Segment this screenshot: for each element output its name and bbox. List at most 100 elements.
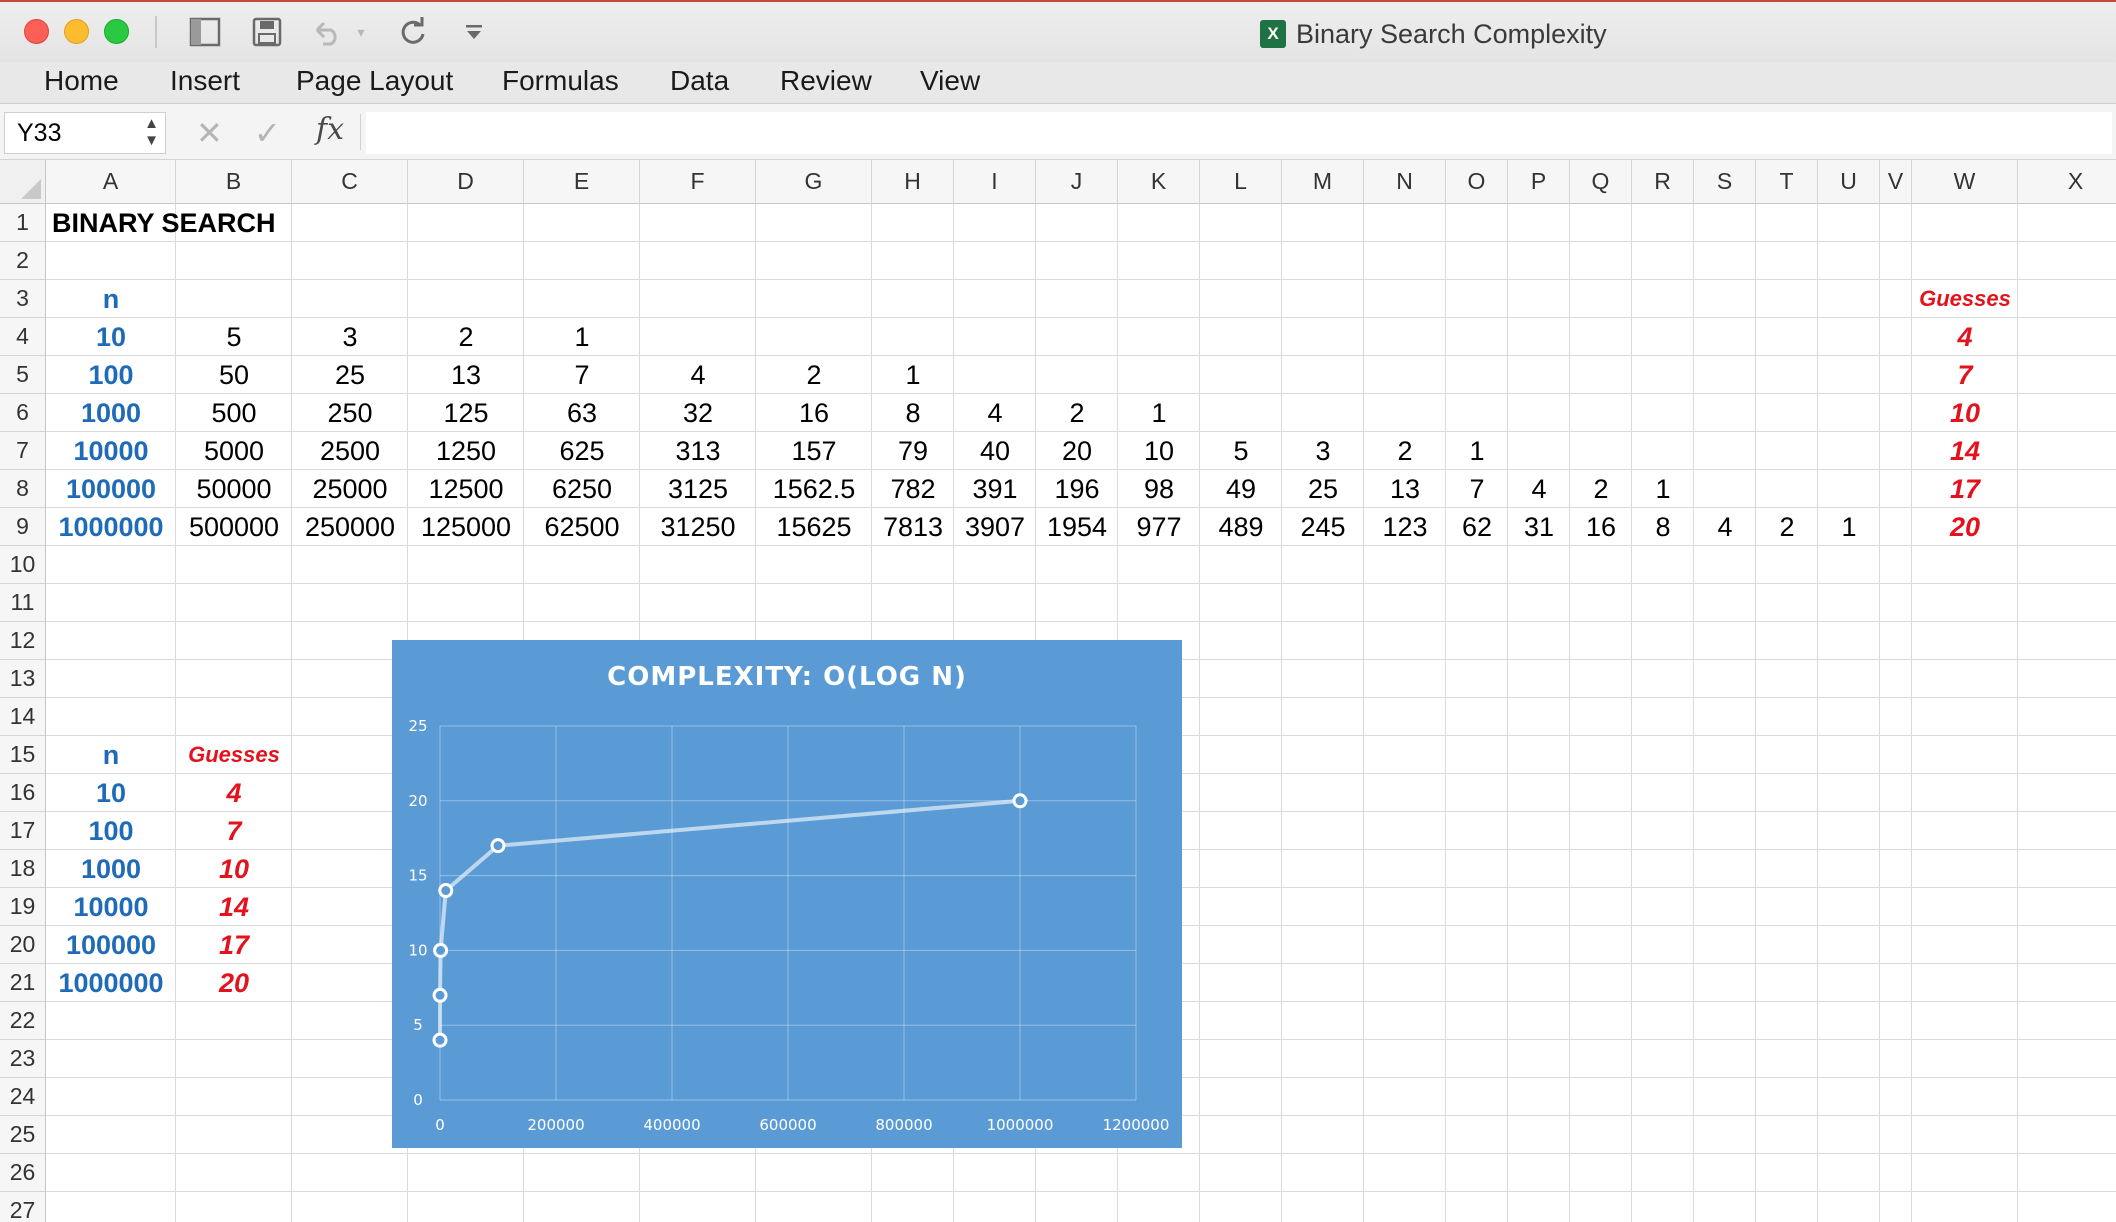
table2-guesses-cell[interactable]: 14 xyxy=(176,888,292,926)
maximize-window-button[interactable] xyxy=(104,19,129,44)
redo-icon[interactable] xyxy=(396,16,430,48)
table1-guesses-cell[interactable]: 14 xyxy=(1912,432,2018,470)
table1-step-cell[interactable]: 13 xyxy=(408,356,524,394)
table2-guesses-cell[interactable]: 10 xyxy=(176,850,292,888)
table1-step-cell[interactable]: 125 xyxy=(408,394,524,432)
tab-data[interactable]: Data xyxy=(670,65,729,97)
row-header-14[interactable]: 14 xyxy=(0,698,46,736)
select-all-button[interactable] xyxy=(0,160,46,204)
table1-step-cell[interactable]: 2 xyxy=(1570,470,1632,508)
table1-step-cell[interactable]: 98 xyxy=(1118,470,1200,508)
column-header-q[interactable]: Q xyxy=(1570,160,1632,204)
table1-step-cell[interactable]: 8 xyxy=(1632,508,1694,546)
table1-step-cell[interactable]: 391 xyxy=(954,470,1036,508)
table1-step-cell[interactable]: 31250 xyxy=(640,508,756,546)
table2-n-cell[interactable]: 1000000 xyxy=(46,964,176,1002)
sheet-title-cell[interactable]: BINARY SEARCH xyxy=(46,204,292,242)
row-header-22[interactable]: 22 xyxy=(0,1002,46,1040)
table1-guesses-cell[interactable]: 20 xyxy=(1912,508,2018,546)
table1-step-cell[interactable]: 3125 xyxy=(640,470,756,508)
table1-step-cell[interactable]: 62 xyxy=(1446,508,1508,546)
table1-step-cell[interactable]: 8 xyxy=(872,394,954,432)
name-box[interactable]: Y33 ▲ ▼ xyxy=(4,112,166,154)
table1-step-cell[interactable]: 1 xyxy=(1632,470,1694,508)
table1-step-cell[interactable]: 63 xyxy=(524,394,640,432)
table1-step-cell[interactable]: 2 xyxy=(1364,432,1446,470)
row-header-21[interactable]: 21 xyxy=(0,964,46,1002)
table1-step-cell[interactable]: 2 xyxy=(756,356,872,394)
table1-step-cell[interactable]: 16 xyxy=(1570,508,1632,546)
table1-step-cell[interactable]: 12500 xyxy=(408,470,524,508)
table2-n-cell[interactable]: 100000 xyxy=(46,926,176,964)
table1-step-cell[interactable]: 625 xyxy=(524,432,640,470)
save-icon[interactable] xyxy=(250,16,284,48)
table1-step-cell[interactable]: 4 xyxy=(1694,508,1756,546)
row-header-19[interactable]: 19 xyxy=(0,888,46,926)
column-header-x[interactable]: X xyxy=(2018,160,2116,204)
table1-step-cell[interactable]: 25 xyxy=(1282,470,1364,508)
column-header-d[interactable]: D xyxy=(408,160,524,204)
table1-step-cell[interactable]: 1954 xyxy=(1036,508,1118,546)
table1-step-cell[interactable]: 7 xyxy=(1446,470,1508,508)
table1-step-cell[interactable]: 32 xyxy=(640,394,756,432)
table1-n-cell[interactable]: 10 xyxy=(46,318,176,356)
row-header-13[interactable]: 13 xyxy=(0,660,46,698)
column-header-e[interactable]: E xyxy=(524,160,640,204)
row-header-17[interactable]: 17 xyxy=(0,812,46,850)
table1-step-cell[interactable]: 500 xyxy=(176,394,292,432)
column-header-g[interactable]: G xyxy=(756,160,872,204)
row-header-6[interactable]: 6 xyxy=(0,394,46,432)
row-header-26[interactable]: 26 xyxy=(0,1154,46,1192)
sidebar-toggle-icon[interactable] xyxy=(188,16,222,48)
column-header-p[interactable]: P xyxy=(1508,160,1570,204)
table1-step-cell[interactable]: 15625 xyxy=(756,508,872,546)
table2-n-cell[interactable]: 100 xyxy=(46,812,176,850)
table1-step-cell[interactable]: 13 xyxy=(1364,470,1446,508)
table1-step-cell[interactable]: 1 xyxy=(1818,508,1880,546)
row-header-8[interactable]: 8 xyxy=(0,470,46,508)
table1-n-cell[interactable]: 1000000 xyxy=(46,508,176,546)
table1-step-cell[interactable]: 6250 xyxy=(524,470,640,508)
table2-guesses-cell[interactable]: 7 xyxy=(176,812,292,850)
column-header-f[interactable]: F xyxy=(640,160,756,204)
column-header-k[interactable]: K xyxy=(1118,160,1200,204)
table1-guesses-header[interactable]: Guesses xyxy=(1912,280,2018,318)
table1-step-cell[interactable]: 977 xyxy=(1118,508,1200,546)
table1-step-cell[interactable]: 1 xyxy=(872,356,954,394)
row-header-18[interactable]: 18 xyxy=(0,850,46,888)
table1-step-cell[interactable]: 4 xyxy=(954,394,1036,432)
row-header-3[interactable]: 3 xyxy=(0,280,46,318)
undo-dropdown-icon[interactable]: ▾ xyxy=(352,16,370,48)
table1-n-cell[interactable]: 100 xyxy=(46,356,176,394)
formula-input[interactable] xyxy=(366,112,2112,154)
undo-icon[interactable] xyxy=(310,16,344,48)
table1-step-cell[interactable]: 500000 xyxy=(176,508,292,546)
table2-n-cell[interactable]: 10 xyxy=(46,774,176,812)
table1-step-cell[interactable]: 31 xyxy=(1508,508,1570,546)
cancel-edit-icon[interactable]: ✕ xyxy=(196,114,223,152)
table1-n-header[interactable]: n xyxy=(46,280,176,318)
table1-step-cell[interactable]: 5 xyxy=(176,318,292,356)
table1-step-cell[interactable]: 125000 xyxy=(408,508,524,546)
row-header-5[interactable]: 5 xyxy=(0,356,46,394)
column-header-l[interactable]: L xyxy=(1200,160,1282,204)
table2-n-cell[interactable]: 10000 xyxy=(46,888,176,926)
column-header-v[interactable]: V xyxy=(1880,160,1912,204)
table1-step-cell[interactable]: 5000 xyxy=(176,432,292,470)
table1-step-cell[interactable]: 25 xyxy=(292,356,408,394)
table1-step-cell[interactable]: 50000 xyxy=(176,470,292,508)
table1-step-cell[interactable]: 2 xyxy=(1036,394,1118,432)
column-header-w[interactable]: W xyxy=(1912,160,2018,204)
table1-step-cell[interactable]: 2 xyxy=(1756,508,1818,546)
column-header-b[interactable]: B xyxy=(176,160,292,204)
table1-step-cell[interactable]: 4 xyxy=(640,356,756,394)
row-header-27[interactable]: 27 xyxy=(0,1192,46,1222)
row-header-4[interactable]: 4 xyxy=(0,318,46,356)
table2-guesses-header[interactable]: Guesses xyxy=(176,736,292,774)
table1-step-cell[interactable]: 5 xyxy=(1200,432,1282,470)
table1-step-cell[interactable]: 3 xyxy=(292,318,408,356)
table1-step-cell[interactable]: 40 xyxy=(954,432,1036,470)
column-header-h[interactable]: H xyxy=(872,160,954,204)
tab-view[interactable]: View xyxy=(920,65,980,97)
table1-step-cell[interactable]: 25000 xyxy=(292,470,408,508)
